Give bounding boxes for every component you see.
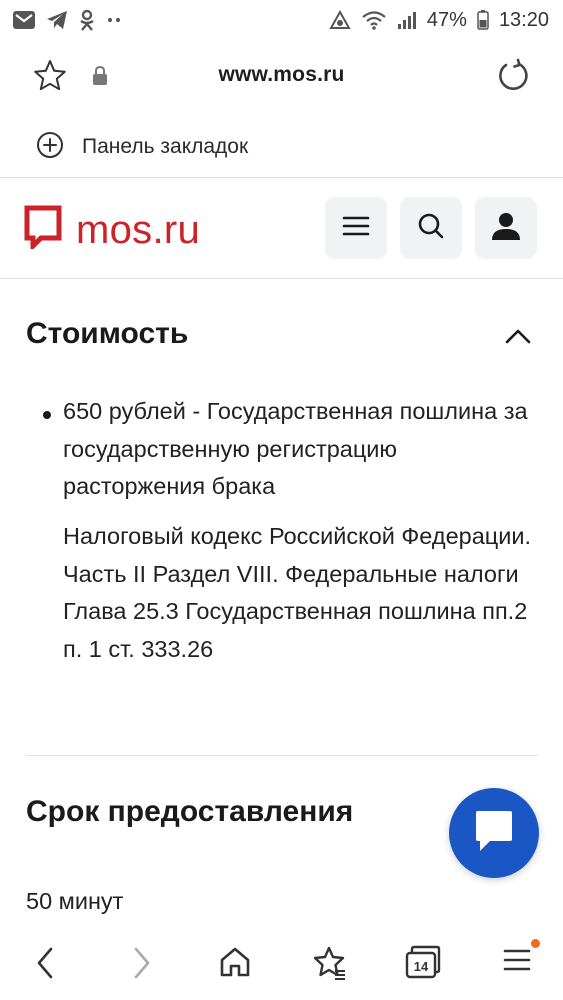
- search-icon: [417, 212, 445, 245]
- battery-percent: 47%: [426, 8, 467, 31]
- user-icon: [491, 211, 521, 246]
- odnoklassniki-icon: [78, 9, 96, 31]
- chevron-up-icon[interactable]: [505, 327, 531, 350]
- divider: [26, 755, 538, 756]
- site-logo[interactable]: mos.ru: [24, 205, 200, 254]
- cost-item: 650 рублей - Государственная пошлина за …: [63, 398, 528, 499]
- url-field[interactable]: www.mos.ru: [0, 63, 563, 87]
- hamburger-icon: [342, 215, 370, 242]
- logo-text: mos.ru: [76, 207, 201, 252]
- clock: 13:20: [498, 8, 549, 31]
- term-section-title[interactable]: Срок предоставления: [26, 795, 353, 829]
- home-icon[interactable]: [218, 945, 252, 984]
- wifi-icon: [361, 10, 387, 30]
- bookmarks-label[interactable]: Панель закладок: [82, 135, 248, 159]
- forward-icon[interactable]: [131, 945, 153, 986]
- chat-button[interactable]: [449, 788, 539, 878]
- bookmarks-icon[interactable]: [311, 945, 347, 986]
- telegram-icon: [46, 10, 68, 30]
- mail-icon: [12, 10, 36, 30]
- profile-button[interactable]: [475, 197, 537, 259]
- chat-icon: [474, 809, 514, 858]
- reload-icon[interactable]: [494, 57, 532, 100]
- more-dots-icon: [106, 16, 122, 24]
- site-header: mos.ru: [0, 178, 563, 278]
- bullet-dot: [43, 411, 51, 419]
- bookmarks-bar[interactable]: Панель закладок: [0, 122, 563, 172]
- status-bar: 47% 13:20: [0, 0, 563, 40]
- data-saver-icon: [329, 10, 351, 30]
- divider: [0, 278, 563, 279]
- menu-icon[interactable]: [503, 945, 531, 980]
- cost-legal-note: Налоговый кодекс Российской Федерации. Ч…: [63, 523, 532, 662]
- search-button[interactable]: [400, 197, 462, 259]
- cost-section-title[interactable]: Стоимость: [26, 317, 188, 351]
- term-value: 50 минут: [26, 888, 124, 914]
- mos-logo-icon: [24, 205, 62, 254]
- status-left-icons: [12, 9, 122, 31]
- browser-address-bar: www.mos.ru: [0, 45, 563, 107]
- back-icon[interactable]: [34, 945, 56, 986]
- notification-dot: [531, 939, 540, 948]
- browser-bottom-nav: 14: [0, 930, 563, 1000]
- add-circle-icon[interactable]: [36, 131, 64, 164]
- menu-button[interactable]: [325, 197, 387, 259]
- tabs-icon[interactable]: 14: [405, 945, 441, 984]
- battery-icon: [477, 10, 489, 30]
- status-right-icons: 47% 13:20: [329, 9, 549, 32]
- signal-icon: [397, 10, 417, 30]
- tab-count: 14: [414, 959, 429, 974]
